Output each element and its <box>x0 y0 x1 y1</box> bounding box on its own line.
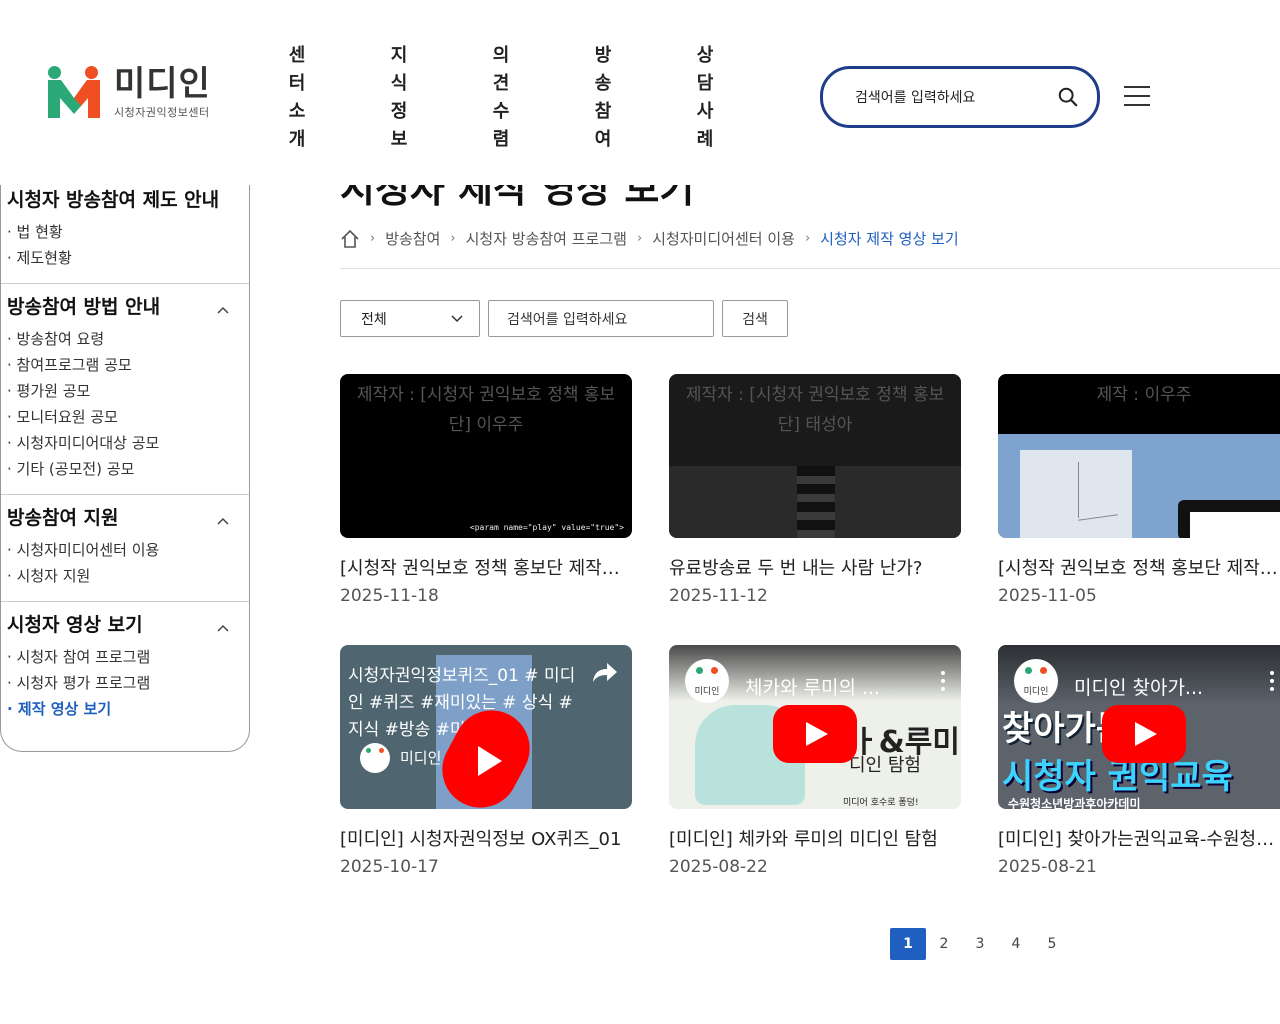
page-4[interactable]: 4 <box>998 928 1034 960</box>
sidebar-link[interactable]: · 시청자미디어대상 공모 <box>7 430 243 456</box>
video-date: 2025-08-22 <box>669 857 768 877</box>
site-logo[interactable]: 미디인 시청자권익정보센터 <box>48 66 211 120</box>
site-header: 미디인 시청자권익정보센터 센터소개 지식정보 의견수렴 방송참여 상담사례 검… <box>0 0 1280 185</box>
divider <box>340 268 1280 269</box>
breadcrumb-item[interactable]: 시청자미디어센터 이용 <box>652 228 795 249</box>
video-title[interactable]: [시청작 권익보호 정책 홍보단 제작] 이우주 <box>340 554 622 580</box>
thumbnail-caption: 제작자 : [시청자 권익보호 정책 홍보단] 태성아 <box>685 385 945 435</box>
video-thumbnail[interactable]: 시청자권익정보퀴즈_01 # 미디인 #퀴즈 #재미있는 # 상식 #지식 #방… <box>340 645 632 809</box>
sidebar-link[interactable]: · 시청자 평가 프로그램 <box>7 670 243 696</box>
search-filter: 전체 검색어를 입력하세요 검색 <box>340 300 788 337</box>
video-title[interactable]: [시청작 권익보호 정책 홍보단 제작] 이우주 <box>998 554 1280 580</box>
sidebar: 시청자 방송참여 제도 안내 · 법 현황 · 제도현황 방송참여 방법 안내 … <box>0 175 250 752</box>
breadcrumb-item[interactable]: 방송참여 <box>385 228 440 249</box>
sidebar-section-videos: 시청자 영상 보기 · 시청자 참여 프로그램 · 시청자 평가 프로그램 · … <box>1 602 249 734</box>
home-icon[interactable] <box>340 229 360 249</box>
sidebar-link-law[interactable]: · 법 현황 <box>7 219 243 245</box>
video-card[interactable]: 제작 : 이우주 [시청작 권익보호 정책 홍보단 제작] 이우주 2025-1… <box>998 374 1280 606</box>
nav-opinion[interactable]: 의견수렴 <box>491 42 511 154</box>
logo-name: 미디인 <box>114 64 211 104</box>
chevron-up-icon[interactable] <box>217 515 229 527</box>
page-2[interactable]: 2 <box>926 928 962 960</box>
sidebar-section-title[interactable]: 방송참여 지원 <box>7 505 243 531</box>
share-icon[interactable] <box>592 661 618 683</box>
page-5[interactable]: 5 <box>1034 928 1070 960</box>
video-title[interactable]: [미디인] 체카와 루미의 미디인 탐험 <box>669 825 951 851</box>
video-thumbnail[interactable]: 제작자 : [시청자 권익보호 정책 홍보단] 이우주 <param name=… <box>340 374 632 538</box>
category-select[interactable]: 전체 <box>340 300 480 337</box>
video-title[interactable]: [미디인] 찾아가는권익교육-수원청소년 <box>998 825 1280 851</box>
sidebar-link[interactable]: · 참여프로그램 공모 <box>7 352 243 378</box>
video-title[interactable]: [미디인] 시청자권익정보 OX퀴즈_01 <box>340 825 622 851</box>
video-card[interactable]: ㅏ&루미 디인 탐험 미디어 호수로 퐁덩! 미디인 체카와 루미의 ... [… <box>669 645 961 877</box>
video-card[interactable]: 찾아가는 시청자 권익교육 수원청소년방과후아카데미 미디인 미디인 찾아가..… <box>998 645 1280 877</box>
nav-consultation-cases[interactable]: 상담사례 <box>695 42 715 154</box>
youtube-title: 미디인 찾아가... <box>1074 677 1204 699</box>
sidebar-section-title[interactable]: 방송참여 방법 안내 <box>7 294 243 320</box>
logo-mark-icon <box>48 66 100 120</box>
sidebar-link[interactable]: · 방송참여 요령 <box>7 326 243 352</box>
header-search-input[interactable]: 검색어를 입력하세요 <box>855 87 1057 107</box>
breadcrumb-item[interactable]: 시청자 방송참여 프로그램 <box>466 228 627 249</box>
breadcrumb-current[interactable]: 시청자 제작 영상 보기 <box>820 228 959 249</box>
pagination: 1 2 3 4 5 <box>890 928 1070 960</box>
sidebar-link[interactable]: · 모니터요원 공모 <box>7 404 243 430</box>
video-card[interactable]: 제작자 : [시청자 권익보호 정책 홍보단] 이우주 <param name=… <box>340 374 632 606</box>
nav-center-intro[interactable]: 센터소개 <box>287 42 307 154</box>
video-thumbnail[interactable]: ㅏ&루미 디인 탐험 미디어 호수로 퐁덩! 미디인 체카와 루미의 ... <box>669 645 961 809</box>
video-card[interactable]: 제작자 : [시청자 권익보호 정책 홍보단] 태성아 유료방송료 두 번 내는… <box>669 374 961 606</box>
search-icon[interactable] <box>1057 86 1079 108</box>
sidebar-section-support: 방송참여 지원 · 시청자미디어센터 이용 · 시청자 지원 <box>1 495 249 602</box>
youtube-play-icon[interactable] <box>1102 705 1186 763</box>
nav-knowledge[interactable]: 지식정보 <box>389 42 409 154</box>
sidebar-section-title[interactable]: 시청자 방송참여 제도 안내 <box>7 187 243 213</box>
thumbnail-caption: 제작 : 이우주 <box>1096 385 1192 405</box>
sidebar-section-system: 시청자 방송참여 제도 안내 · 법 현황 · 제도현황 <box>1 175 249 284</box>
hamburger-menu-icon[interactable] <box>1124 86 1150 108</box>
video-date: 2025-10-17 <box>340 857 439 877</box>
video-title[interactable]: 유료방송료 두 번 내는 사람 난가? <box>669 554 951 580</box>
search-button[interactable]: 검색 <box>722 300 788 337</box>
sidebar-link[interactable]: · 시청자미디어센터 이용 <box>7 537 243 563</box>
video-card[interactable]: 시청자권익정보퀴즈_01 # 미디인 #퀴즈 #재미있는 # 상식 #지식 #방… <box>340 645 632 877</box>
header-search[interactable]: 검색어를 입력하세요 <box>820 66 1100 128</box>
video-thumbnail[interactable]: 제작 : 이우주 <box>998 374 1280 538</box>
channel-logo: 미디인 <box>685 659 729 703</box>
logo-subtitle: 시청자권익정보센터 <box>114 106 210 119</box>
nav-broadcast-participation[interactable]: 방송참여 <box>593 42 613 154</box>
channel-avatar <box>360 743 390 773</box>
channel-logo: 미디인 <box>1014 659 1058 703</box>
video-date: 2025-11-12 <box>669 586 768 606</box>
play-icon <box>478 746 502 776</box>
video-date: 2025-11-18 <box>340 586 439 606</box>
chevron-up-icon[interactable] <box>217 304 229 316</box>
youtube-title: 체카와 루미의 ... <box>745 677 881 699</box>
sidebar-link[interactable]: · 시청자 참여 프로그램 <box>7 644 243 670</box>
thumbnail-code-text: <param name="play" value="true"> <box>469 523 624 532</box>
sidebar-link-active[interactable]: · 제작 영상 보기 <box>7 696 243 722</box>
page: 시청자 제작 영상 보기 미디인 시청자권익정보센터 센터소개 지식정보 의견수… <box>0 0 1280 1024</box>
page-1[interactable]: 1 <box>890 928 926 960</box>
sidebar-section-method: 방송참여 방법 안내 · 방송참여 요령 · 참여프로그램 공모 · 평가원 공… <box>1 284 249 495</box>
chevron-down-icon <box>451 314 463 322</box>
channel-name: 미디인 <box>400 749 442 767</box>
sidebar-link[interactable]: · 평가원 공모 <box>7 378 243 404</box>
more-vert-icon[interactable] <box>941 671 947 695</box>
more-vert-icon[interactable] <box>1270 671 1276 695</box>
chevron-up-icon[interactable] <box>217 622 229 634</box>
breadcrumb: › 방송참여 › 시청자 방송참여 프로그램 › 시청자미디어센터 이용 › 시청자 제… <box>340 228 959 249</box>
keyword-input[interactable]: 검색어를 입력하세요 <box>488 300 714 337</box>
video-thumbnail[interactable]: 찾아가는 시청자 권익교육 수원청소년방과후아카데미 미디인 미디인 찾아가..… <box>998 645 1280 809</box>
thumbnail-caption: 제작자 : [시청자 권익보호 정책 홍보단] 이우주 <box>356 385 616 435</box>
sidebar-link[interactable]: · 시청자 지원 <box>7 563 243 589</box>
video-date: 2025-11-05 <box>998 586 1097 606</box>
sidebar-section-title[interactable]: 시청자 영상 보기 <box>7 612 243 638</box>
sidebar-link-system-status[interactable]: · 제도현황 <box>7 245 243 271</box>
video-date: 2025-08-21 <box>998 857 1097 877</box>
page-3[interactable]: 3 <box>962 928 998 960</box>
youtube-play-icon[interactable] <box>773 705 857 763</box>
sidebar-link[interactable]: · 기타 (공모전) 공모 <box>7 456 243 482</box>
video-thumbnail[interactable]: 제작자 : [시청자 권익보호 정책 홍보단] 태성아 <box>669 374 961 538</box>
